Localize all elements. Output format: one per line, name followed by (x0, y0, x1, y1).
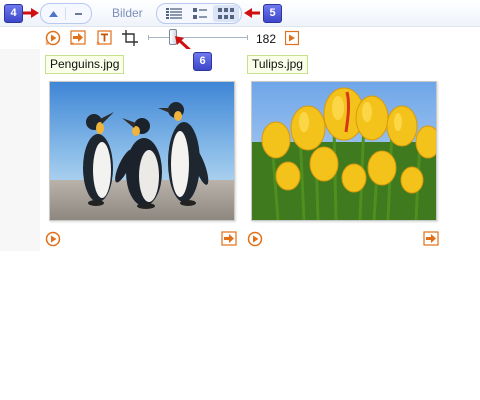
svg-text:×: × (96, 41, 100, 46)
svg-text:×: × (70, 41, 74, 46)
image-card-penguins[interactable]: Penguins.jpg (40, 49, 240, 251)
play-icon (45, 231, 61, 247)
tulips-image[interactable] (251, 81, 437, 221)
rename-button[interactable]: × (96, 30, 112, 48)
next-button[interactable] (284, 30, 301, 46)
svg-text:×: × (45, 41, 49, 46)
thumbnail-view-button[interactable] (213, 5, 239, 22)
callout-arrow-left-icon (244, 8, 260, 18)
details-view-icon (166, 7, 182, 19)
image-toolbar: × × × 182 (0, 27, 480, 49)
zoom-value: 182 (256, 32, 277, 46)
callout-badge-5: 5 (263, 4, 282, 23)
minus-icon (75, 12, 82, 15)
minus-button[interactable] (66, 4, 91, 23)
play-button[interactable] (45, 231, 61, 247)
collapse-up-button[interactable] (41, 4, 66, 23)
next-arrow-icon (284, 30, 300, 46)
left-gutter (0, 49, 40, 251)
rename-icon: × (96, 30, 112, 48)
crop-button[interactable] (122, 30, 138, 46)
list-view-icon (193, 7, 207, 19)
export-button[interactable] (221, 231, 237, 247)
image-grid: Penguins.jpg Tulips.jpg (40, 49, 480, 251)
slider-tick (247, 35, 248, 40)
callout-badge-6: 6 (193, 52, 212, 71)
collapse-up-icon (49, 10, 58, 17)
filename-label: Tulips.jpg (247, 55, 308, 74)
image-card-tulips[interactable]: Tulips.jpg (242, 49, 442, 251)
panel-title: Bilder (112, 6, 143, 20)
header-bar: 4 Bilder 5 (0, 0, 480, 27)
list-view-button[interactable] (187, 5, 213, 22)
slider-tick (148, 35, 149, 40)
export-button[interactable]: × (70, 30, 86, 48)
view-mode-group (156, 3, 242, 24)
export-icon: × (70, 30, 86, 48)
callout-arrow-right-icon (23, 8, 39, 18)
export-button[interactable] (423, 231, 439, 247)
filename-label: Penguins.jpg (45, 55, 125, 74)
zoom-slider-track[interactable] (148, 37, 248, 38)
penguins-image[interactable] (49, 81, 235, 221)
nav-button-group (40, 3, 92, 24)
export-icon (423, 231, 439, 246)
thumbnail-view-icon (218, 7, 234, 19)
play-icon: × (45, 30, 61, 48)
play-icon (247, 231, 263, 247)
callout-badge-4: 4 (4, 4, 23, 23)
play-button[interactable] (247, 231, 263, 247)
export-icon (221, 231, 237, 246)
play-button[interactable]: × (45, 30, 61, 48)
details-view-button[interactable] (161, 5, 187, 22)
crop-icon (122, 30, 138, 46)
